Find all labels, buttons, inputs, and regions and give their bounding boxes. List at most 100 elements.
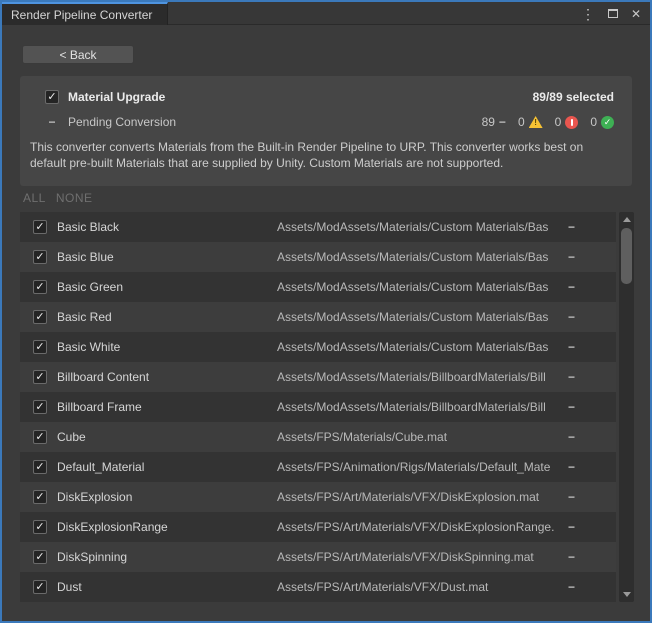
- material-row[interactable]: ✓ Basic White Assets/ModAssets/Materials…: [20, 332, 616, 362]
- material-checkbox[interactable]: ✓: [33, 580, 47, 594]
- material-path: Assets/FPS/Materials/Cube.mat: [277, 430, 554, 444]
- window-title: Render Pipeline Converter: [11, 8, 152, 22]
- material-name: DiskSpinning: [57, 550, 127, 564]
- pending-count: 89: [482, 115, 495, 129]
- material-row[interactable]: ✓ Basic Black Assets/ModAssets/Materials…: [20, 212, 616, 242]
- material-checkbox[interactable]: ✓: [33, 250, 47, 264]
- material-path: Assets/FPS/Art/Materials/VFX/Dust.mat: [277, 580, 554, 594]
- selection-toolbar: ALL NONE: [23, 191, 93, 205]
- material-name: Default_Material: [57, 460, 144, 474]
- select-all-button[interactable]: ALL: [23, 191, 46, 205]
- warning-icon: !: [529, 116, 543, 128]
- material-checkbox[interactable]: ✓: [33, 550, 47, 564]
- material-row[interactable]: ✓ DiskSpinning Assets/FPS/Art/Materials/…: [20, 542, 616, 572]
- pending-status-icon: −: [499, 115, 506, 129]
- title-bar: Render Pipeline Converter ⋮ ✕: [2, 2, 650, 25]
- material-checkbox[interactable]: ✓: [33, 400, 47, 414]
- scrollbar-thumb[interactable]: [621, 228, 632, 284]
- maximize-icon[interactable]: [608, 9, 618, 18]
- material-checkbox[interactable]: ✓: [33, 280, 47, 294]
- pending-status-icon: −: [568, 400, 575, 414]
- material-path: Assets/ModAssets/Materials/BillboardMate…: [277, 370, 554, 384]
- material-path: Assets/ModAssets/Materials/Custom Materi…: [277, 250, 554, 264]
- pending-status-icon: −: [568, 520, 575, 534]
- material-path: Assets/FPS/Art/Materials/VFX/DiskExplosi…: [277, 490, 554, 504]
- render-pipeline-converter-window: Render Pipeline Converter ⋮ ✕ < Back ✓ M…: [0, 0, 652, 623]
- pending-count-group: 89 −: [482, 115, 506, 129]
- success-count-group: 0 ✓: [590, 115, 614, 129]
- material-name: Billboard Content: [57, 370, 149, 384]
- material-name: Basic Red: [57, 310, 112, 324]
- material-name: Dust: [57, 580, 82, 594]
- material-path: Assets/ModAssets/Materials/Custom Materi…: [277, 340, 554, 354]
- material-row[interactable]: ✓ Basic Red Assets/ModAssets/Materials/C…: [20, 302, 616, 332]
- material-name: DiskExplosionRange: [57, 520, 168, 534]
- material-name: Basic Black: [57, 220, 119, 234]
- material-path: Assets/ModAssets/Materials/Custom Materi…: [277, 280, 554, 294]
- material-checkbox[interactable]: ✓: [33, 430, 47, 444]
- pending-conversion-row[interactable]: − Pending Conversion 89 − 0 ! 0 0 ✓: [20, 104, 632, 129]
- material-checkbox[interactable]: ✓: [33, 220, 47, 234]
- back-button[interactable]: < Back: [22, 45, 134, 64]
- pending-status-icon: −: [568, 340, 575, 354]
- pending-conversion-label: Pending Conversion: [68, 115, 176, 129]
- material-path: Assets/ModAssets/Materials/BillboardMate…: [277, 400, 554, 414]
- material-row[interactable]: ✓ Billboard Content Assets/ModAssets/Mat…: [20, 362, 616, 392]
- material-path: Assets/FPS/Art/Materials/VFX/DiskExplosi…: [277, 520, 554, 534]
- material-row[interactable]: ✓ Billboard Frame Assets/ModAssets/Mater…: [20, 392, 616, 422]
- material-row[interactable]: ✓ Cube Assets/FPS/Materials/Cube.mat −: [20, 422, 616, 452]
- pending-status-icon: −: [568, 220, 575, 234]
- material-name: Basic Green: [57, 280, 123, 294]
- error-count-group: 0: [555, 115, 579, 129]
- material-path: Assets/ModAssets/Materials/Custom Materi…: [277, 310, 554, 324]
- material-name: DiskExplosion: [57, 490, 132, 504]
- materials-list: ✓ Basic Black Assets/ModAssets/Materials…: [20, 212, 616, 602]
- exclamation-mark: !: [534, 118, 537, 128]
- scroll-down-icon[interactable]: [623, 592, 631, 597]
- material-name: Cube: [57, 430, 86, 444]
- material-row[interactable]: ✓ Basic Blue Assets/ModAssets/Materials/…: [20, 242, 616, 272]
- success-count: 0: [590, 115, 597, 129]
- exclamation-bar: [571, 119, 573, 126]
- material-checkbox[interactable]: ✓: [33, 460, 47, 474]
- converter-title: Material Upgrade: [68, 90, 165, 104]
- material-row[interactable]: ✓ DiskExplosionRange Assets/FPS/Art/Mate…: [20, 512, 616, 542]
- window-controls: ⋮ ✕: [581, 2, 641, 25]
- pending-status-icon: −: [568, 430, 575, 444]
- converter-panel: ✓ Material Upgrade 89/89 selected − Pend…: [20, 76, 632, 186]
- scroll-up-icon[interactable]: [623, 217, 631, 222]
- material-name: Basic White: [57, 340, 120, 354]
- material-row[interactable]: ✓ Default_Material Assets/FPS/Animation/…: [20, 452, 616, 482]
- kebab-menu-icon[interactable]: ⋮: [581, 7, 595, 21]
- error-icon: [565, 116, 578, 129]
- converter-description: This converter converts Materials from t…: [20, 129, 632, 171]
- success-icon: ✓: [601, 116, 614, 129]
- material-checkbox[interactable]: ✓: [33, 490, 47, 504]
- material-checkbox[interactable]: ✓: [33, 340, 47, 354]
- material-upgrade-checkbox[interactable]: ✓: [45, 90, 59, 104]
- pending-status-icon: −: [568, 460, 575, 474]
- pending-status-icon: −: [568, 550, 575, 564]
- pending-status-icon: −: [568, 490, 575, 504]
- selected-count: 89/89 selected: [533, 90, 614, 104]
- converter-header-row: ✓ Material Upgrade 89/89 selected: [20, 76, 632, 104]
- pending-dash-icon: −: [45, 115, 59, 129]
- material-row[interactable]: ✓ Dust Assets/FPS/Art/Materials/VFX/Dust…: [20, 572, 616, 602]
- material-checkbox[interactable]: ✓: [33, 520, 47, 534]
- list-scrollbar[interactable]: [619, 212, 634, 602]
- material-name: Basic Blue: [57, 250, 114, 264]
- material-path: Assets/FPS/Animation/Rigs/Materials/Defa…: [277, 460, 554, 474]
- material-row[interactable]: ✓ DiskExplosion Assets/FPS/Art/Materials…: [20, 482, 616, 512]
- material-path: Assets/ModAssets/Materials/Custom Materi…: [277, 220, 554, 234]
- material-name: Billboard Frame: [57, 400, 142, 414]
- tab-render-pipeline-converter[interactable]: Render Pipeline Converter: [2, 2, 168, 25]
- error-count: 0: [555, 115, 562, 129]
- close-icon[interactable]: ✕: [631, 8, 641, 20]
- material-row[interactable]: ✓ Basic Green Assets/ModAssets/Materials…: [20, 272, 616, 302]
- pending-status-icon: −: [568, 280, 575, 294]
- pending-status-icon: −: [568, 580, 575, 594]
- warning-count: 0: [518, 115, 525, 129]
- select-none-button[interactable]: NONE: [56, 191, 93, 205]
- material-checkbox[interactable]: ✓: [33, 310, 47, 324]
- material-checkbox[interactable]: ✓: [33, 370, 47, 384]
